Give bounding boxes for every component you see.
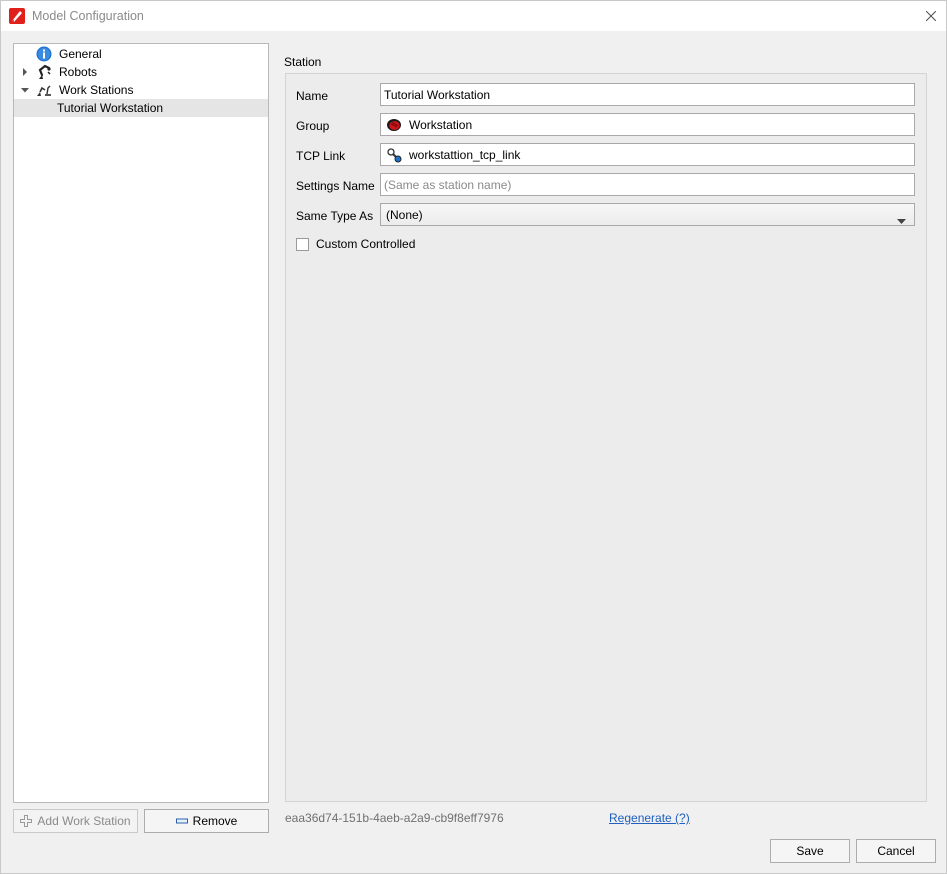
tcp-link-field[interactable]: workstattion_tcp_link bbox=[380, 143, 915, 166]
collapse-arrow-icon[interactable] bbox=[19, 84, 31, 96]
regenerate-link[interactable]: Regenerate (?) bbox=[609, 811, 690, 825]
same-type-as-label: Same Type As bbox=[296, 209, 374, 223]
tree-item-label: Tutorial Workstation bbox=[57, 101, 164, 115]
tree-item-label: Work Stations bbox=[59, 83, 134, 97]
tcp-link-value: workstattion_tcp_link bbox=[409, 147, 521, 162]
group-field[interactable]: Workstation bbox=[380, 113, 915, 136]
app-logo-icon bbox=[9, 8, 25, 24]
station-form: Name Tutorial Workstation Group Workstat… bbox=[285, 73, 927, 802]
tcp-link-label: TCP Link bbox=[296, 149, 346, 163]
group-badge-icon bbox=[386, 117, 402, 133]
same-type-as-value: (None) bbox=[386, 207, 423, 222]
group-label: Group bbox=[296, 119, 330, 133]
settings-name-field[interactable]: (Same as station name) bbox=[380, 173, 915, 196]
station-guid: eaa36d74-151b-4aeb-a2a9-cb9f8eff7976 bbox=[285, 811, 504, 825]
cancel-label: Cancel bbox=[877, 844, 915, 858]
window-title: Model Configuration bbox=[32, 9, 144, 23]
remove-label: Remove bbox=[192, 814, 238, 828]
link-icon bbox=[386, 147, 402, 163]
model-configuration-window: Model Configuration General Robots Work … bbox=[0, 0, 947, 874]
tree-item-tutorial-workstation[interactable]: Tutorial Workstation bbox=[14, 99, 268, 117]
plus-icon bbox=[20, 815, 33, 827]
custom-controlled-checkbox-row[interactable]: Custom Controlled bbox=[296, 237, 415, 251]
tree-item-general[interactable]: General bbox=[14, 45, 268, 63]
minus-icon bbox=[175, 818, 188, 824]
same-type-as-select[interactable]: (None) bbox=[380, 203, 915, 226]
close-icon bbox=[926, 11, 936, 21]
tree-item-label: Robots bbox=[59, 65, 98, 79]
model-tree[interactable]: General Robots Work Stations Tutorial Wo… bbox=[13, 43, 269, 803]
add-work-station-button[interactable]: Add Work Station bbox=[13, 809, 138, 833]
name-label: Name bbox=[296, 89, 329, 103]
remove-button[interactable]: Remove bbox=[144, 809, 269, 833]
group-value: Workstation bbox=[409, 117, 473, 132]
info-icon bbox=[36, 46, 52, 62]
custom-controlled-label: Custom Controlled bbox=[316, 237, 416, 251]
custom-controlled-checkbox[interactable] bbox=[296, 237, 309, 251]
save-button[interactable]: Save bbox=[770, 839, 850, 863]
expand-arrow-icon[interactable] bbox=[19, 66, 31, 78]
tree-item-label: General bbox=[59, 47, 102, 61]
tree-item-work-stations[interactable]: Work Stations bbox=[14, 81, 268, 99]
dropdown-arrow-icon bbox=[897, 213, 906, 227]
tree-item-robots[interactable]: Robots bbox=[14, 63, 268, 81]
robot-arm-icon bbox=[36, 64, 52, 80]
cancel-button[interactable]: Cancel bbox=[856, 839, 936, 863]
name-value: Tutorial Workstation bbox=[384, 87, 491, 102]
station-section-title: Station bbox=[284, 55, 322, 69]
title-bar: Model Configuration bbox=[1, 1, 946, 31]
save-label: Save bbox=[796, 844, 824, 858]
name-field[interactable]: Tutorial Workstation bbox=[380, 83, 915, 106]
close-button[interactable] bbox=[916, 1, 946, 31]
settings-name-label: Settings Name bbox=[296, 179, 375, 193]
add-work-station-label: Add Work Station bbox=[37, 814, 131, 828]
workstation-icon bbox=[36, 82, 52, 98]
settings-name-placeholder: (Same as station name) bbox=[384, 177, 512, 192]
